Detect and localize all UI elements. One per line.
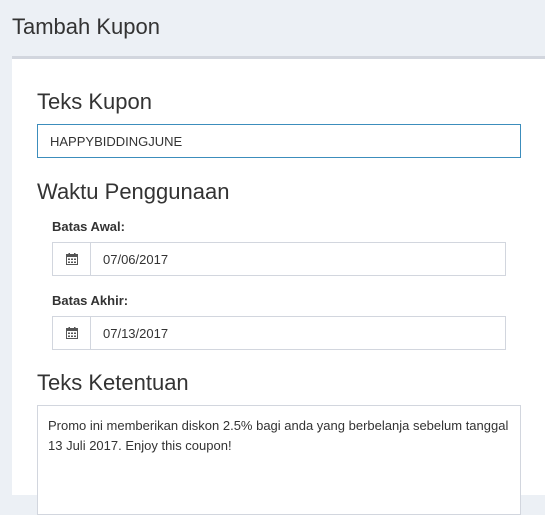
calendar-icon bbox=[65, 253, 78, 265]
usage-time-heading: Waktu Penggunaan bbox=[37, 179, 230, 204]
terms-textarea[interactable]: Promo ini memberikan diskon 2.5% bagi an… bbox=[37, 405, 521, 515]
end-date-addon[interactable] bbox=[53, 317, 91, 349]
coupon-text-input[interactable] bbox=[37, 124, 521, 158]
end-date-input[interactable] bbox=[91, 317, 505, 349]
page-header: Tambah Kupon bbox=[0, 0, 545, 56]
coupon-text-heading: Teks Kupon bbox=[37, 89, 152, 114]
calendar-icon bbox=[65, 327, 78, 339]
start-date-label: Batas Awal: bbox=[52, 219, 125, 234]
start-date-input[interactable] bbox=[91, 243, 505, 275]
start-date-field[interactable] bbox=[52, 242, 506, 276]
terms-heading: Teks Ketentuan bbox=[37, 370, 189, 395]
coupon-form-panel: Teks Kupon Waktu Penggunaan Batas Awal: … bbox=[12, 56, 545, 515]
page-title: Tambah Kupon bbox=[12, 14, 160, 39]
end-date-field[interactable] bbox=[52, 316, 506, 350]
start-date-addon[interactable] bbox=[53, 243, 91, 275]
end-date-label: Batas Akhir: bbox=[52, 293, 129, 308]
